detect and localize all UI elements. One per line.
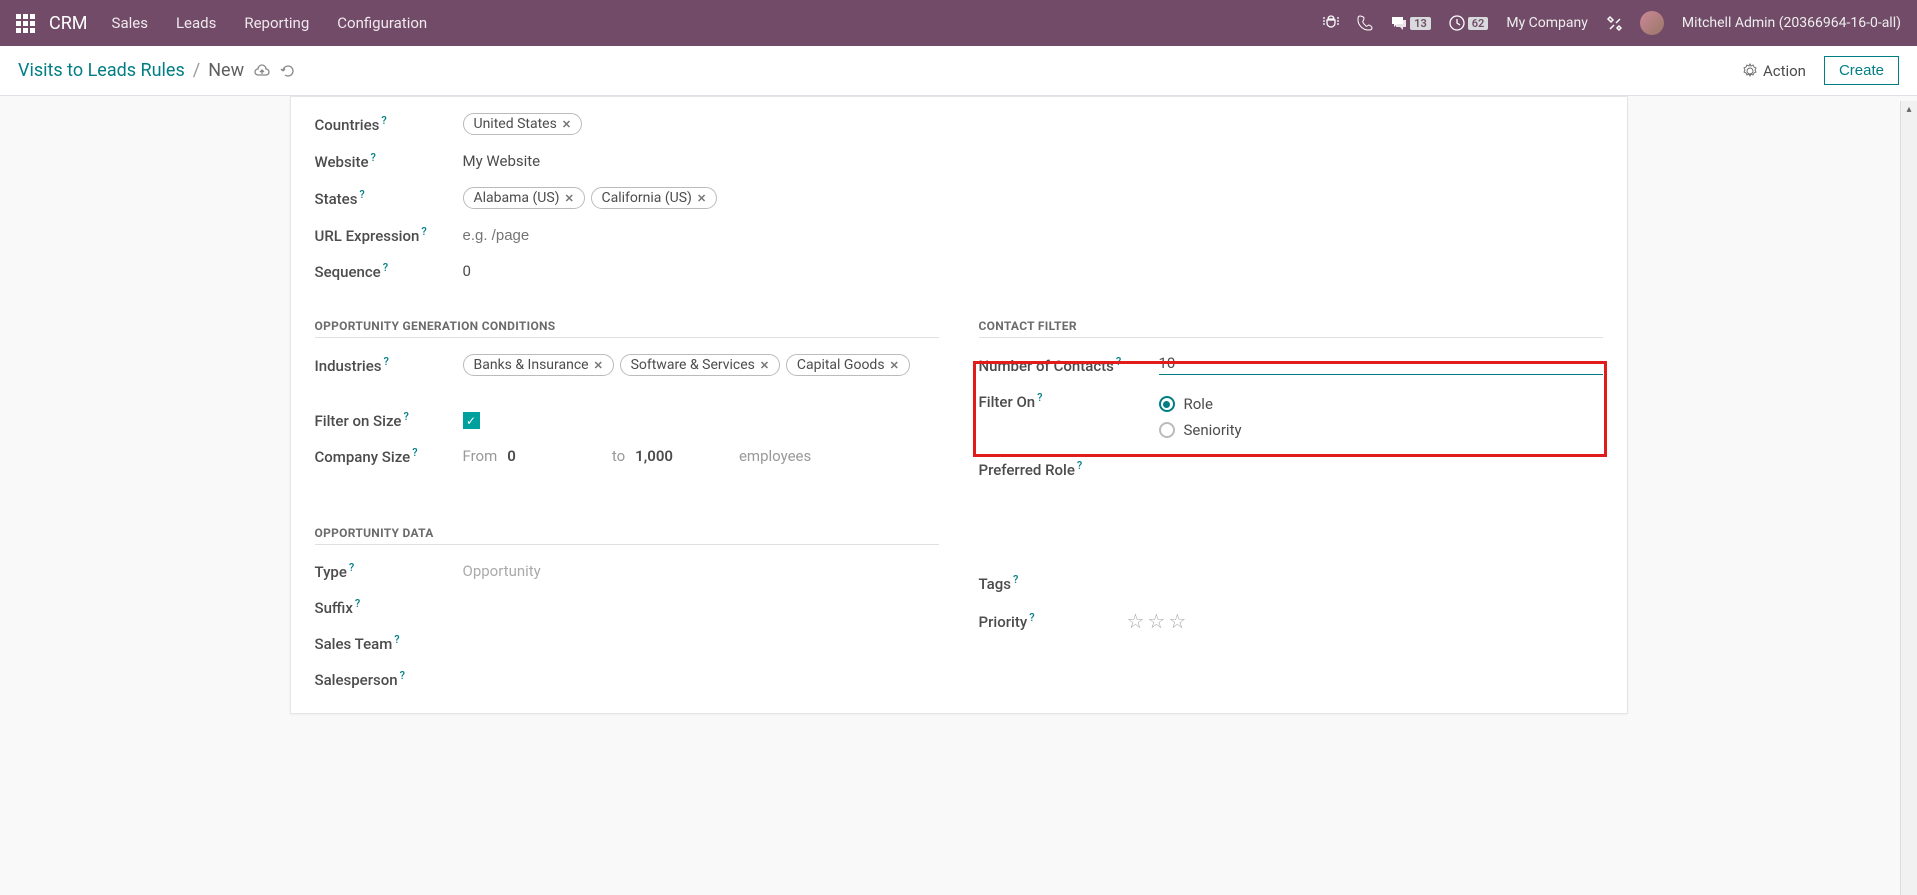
remove-tag-icon[interactable]: ✕: [565, 192, 574, 205]
nav-brand[interactable]: CRM: [49, 13, 88, 34]
remove-tag-icon[interactable]: ✕: [760, 359, 769, 372]
help-icon[interactable]: ?: [371, 151, 376, 164]
breadcrumb: Visits to Leads Rules / New: [18, 60, 244, 81]
company-size-label: Company Size: [315, 448, 411, 466]
remove-tag-icon[interactable]: ✕: [890, 359, 899, 372]
nav-item-sales[interactable]: Sales: [112, 14, 148, 32]
nav-item-reporting[interactable]: Reporting: [244, 14, 309, 32]
scrollbar-track[interactable]: [1900, 120, 1917, 895]
action-button[interactable]: Action: [1742, 62, 1806, 80]
section-contact-filter: CONTACT FILTER: [979, 307, 1603, 338]
size-to-label: to: [612, 447, 625, 465]
type-value[interactable]: Opportunity: [463, 562, 939, 580]
help-icon[interactable]: ?: [394, 633, 399, 646]
tag-industry[interactable]: Software & Services✕: [620, 354, 781, 376]
help-icon[interactable]: ?: [400, 669, 405, 682]
help-icon[interactable]: ?: [1013, 573, 1018, 586]
filter-on-label: Filter On: [979, 393, 1036, 411]
navbar: CRM Sales Leads Reporting Configuration …: [0, 0, 1917, 46]
remove-tag-icon[interactable]: ✕: [594, 359, 603, 372]
tag-country[interactable]: United States✕: [463, 113, 583, 135]
nav-right: 13 62 My Company Mitchell Admin (2036696…: [1323, 11, 1901, 35]
radio-label: Role: [1184, 395, 1213, 413]
nav-menu: Sales Leads Reporting Configuration: [112, 14, 428, 32]
size-from-label: From: [463, 447, 498, 465]
help-icon[interactable]: ?: [1116, 355, 1121, 368]
radio-icon: [1159, 396, 1175, 412]
breadcrumb-separator: /: [193, 60, 200, 81]
section-opportunity-conditions: OPPORTUNITY GENERATION CONDITIONS: [315, 307, 939, 338]
nav-item-leads[interactable]: Leads: [176, 14, 216, 32]
size-unit: employees: [739, 447, 811, 465]
priority-stars[interactable]: ☆☆☆: [1127, 609, 1603, 633]
create-button[interactable]: Create: [1824, 56, 1899, 85]
help-icon[interactable]: ?: [1077, 459, 1082, 472]
radio-label: Seniority: [1184, 421, 1242, 439]
countries-label: Countries: [315, 116, 380, 134]
radio-option-role[interactable]: Role: [1159, 391, 1603, 417]
radio-option-seniority[interactable]: Seniority: [1159, 417, 1603, 443]
help-icon[interactable]: ?: [359, 188, 364, 201]
help-icon[interactable]: ?: [381, 114, 386, 127]
tag-industry[interactable]: Capital Goods✕: [786, 354, 910, 376]
industries-label: Industries: [315, 357, 382, 375]
user-name[interactable]: Mitchell Admin (20366964-16-0-all): [1682, 15, 1901, 31]
remove-tag-icon[interactable]: ✕: [697, 192, 706, 205]
preferred-role-label: Preferred Role: [979, 461, 1075, 479]
radio-icon: [1159, 422, 1175, 438]
avatar[interactable]: [1640, 11, 1664, 35]
sequence-value[interactable]: 0: [463, 262, 939, 280]
help-icon[interactable]: ?: [1037, 391, 1042, 404]
settings-icon[interactable]: [1606, 15, 1622, 31]
suffix-label: Suffix: [315, 599, 353, 617]
activities-icon[interactable]: 62: [1449, 15, 1489, 31]
salesperson-label: Salesperson: [315, 671, 398, 689]
sequence-label: Sequence: [315, 263, 381, 281]
help-icon[interactable]: ?: [403, 410, 408, 423]
url-expression-input[interactable]: [463, 227, 939, 244]
remove-tag-icon[interactable]: ✕: [562, 118, 571, 131]
states-label: States: [315, 190, 358, 208]
number-of-contacts-label: Number of Contacts: [979, 357, 1114, 375]
website-value[interactable]: My Website: [463, 152, 939, 170]
cloud-save-icon[interactable]: [254, 62, 270, 78]
discard-icon[interactable]: [280, 62, 296, 78]
phone-icon[interactable]: [1357, 15, 1373, 31]
filter-on-size-checkbox[interactable]: ✓: [463, 412, 480, 429]
url-expression-label: URL Expression: [315, 227, 420, 245]
subbar: Visits to Leads Rules / New Action Creat…: [0, 46, 1917, 96]
help-icon[interactable]: ?: [355, 597, 360, 610]
help-icon[interactable]: ?: [384, 355, 389, 368]
tag-industry[interactable]: Banks & Insurance✕: [463, 354, 614, 376]
scroll-up-icon[interactable]: ▴: [1900, 101, 1917, 120]
bug-icon[interactable]: [1323, 15, 1339, 31]
messages-badge: 13: [1410, 17, 1431, 30]
messages-icon[interactable]: 13: [1391, 15, 1431, 31]
activities-badge: 62: [1468, 17, 1489, 30]
help-icon[interactable]: ?: [383, 261, 388, 274]
size-from-value[interactable]: 0: [507, 447, 516, 465]
sales-team-label: Sales Team: [315, 635, 393, 653]
tags-label: Tags: [979, 575, 1011, 593]
type-label: Type: [315, 563, 347, 581]
nav-item-configuration[interactable]: Configuration: [337, 14, 427, 32]
tag-state[interactable]: Alabama (US)✕: [463, 187, 585, 209]
breadcrumb-current: New: [208, 60, 244, 81]
section-opportunity-data: OPPORTUNITY DATA: [315, 514, 939, 545]
company-name[interactable]: My Company: [1506, 15, 1588, 31]
number-of-contacts-input[interactable]: 10: [1159, 354, 1603, 375]
help-icon[interactable]: ?: [1029, 611, 1034, 624]
apps-icon[interactable]: [16, 14, 35, 33]
breadcrumb-root[interactable]: Visits to Leads Rules: [18, 60, 185, 81]
help-icon[interactable]: ?: [349, 561, 354, 574]
priority-label: Priority: [979, 613, 1028, 631]
website-label: Website: [315, 153, 369, 171]
size-to-value[interactable]: 1,000: [635, 447, 673, 465]
help-icon[interactable]: ?: [412, 446, 417, 459]
help-icon[interactable]: ?: [421, 225, 426, 238]
tag-state[interactable]: California (US)✕: [591, 187, 718, 209]
form-sheet: Countries? United States✕ Website? My We…: [290, 96, 1628, 714]
filter-on-size-label: Filter on Size: [315, 412, 402, 430]
